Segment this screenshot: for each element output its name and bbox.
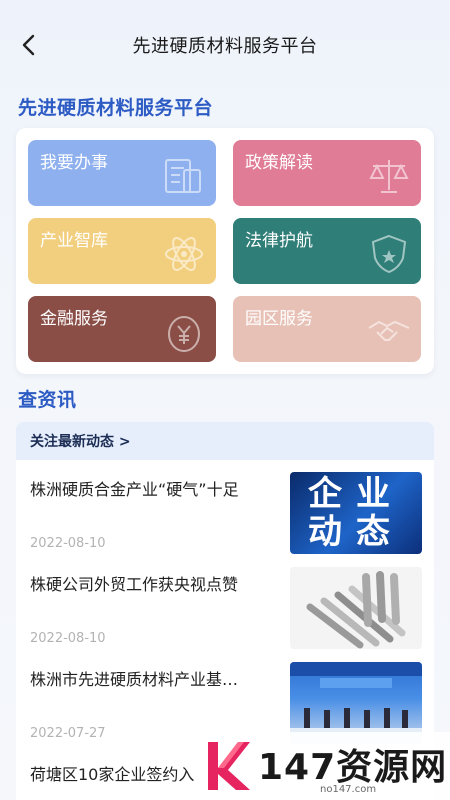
page-title: 先进硬质材料服务平台 [132, 36, 318, 57]
tile-finance[interactable]: 金融服务 [28, 296, 216, 362]
news-item[interactable]: 株洲硬质合金产业“硬气”十足 2022-08-10 企业动态 [16, 460, 434, 555]
back-button[interactable] [14, 30, 42, 60]
tile-label: 法律护航 [245, 231, 313, 251]
news-date: 2022-08-10 [30, 631, 106, 646]
steel-rods-image [306, 571, 406, 649]
platform-section-title: 先进硬质材料服务平台 [18, 97, 214, 119]
handshake-icon [368, 320, 410, 341]
services-card: 我要办事 政策解读 产业智库 法律护航 金融服务 园区服务 [16, 128, 434, 374]
tile-label: 金融服务 [40, 309, 108, 329]
watermark-url: no147.com [320, 784, 377, 795]
news-title: 株洲硬质合金产业“硬气”十足 [30, 480, 239, 499]
news-thumbnail: 企业动态 [290, 472, 422, 554]
yuan-coin-icon [168, 316, 200, 352]
tile-handle-affairs[interactable]: 我要办事 [28, 140, 216, 206]
tile-policy[interactable]: 政策解读 [233, 140, 421, 206]
thumb-text: 企业动态 [308, 474, 404, 552]
watermark: 147资源网 no147.com [198, 732, 450, 800]
news-item[interactable]: 株硬公司外贸工作获央视点赞 2022-08-10 [16, 555, 434, 650]
top-bar: 先进硬质材料服务平台 [0, 0, 450, 90]
tile-label: 园区服务 [245, 309, 313, 329]
watermark-logo-icon [208, 742, 250, 790]
news-title: 株洲市先进硬质材料产业基… [30, 670, 239, 689]
news-item[interactable]: 株洲市先进硬质材料产业基… 2022-07-27 [16, 650, 434, 745]
tile-label: 我要办事 [40, 153, 108, 173]
news-date: 2022-07-27 [30, 726, 106, 741]
tile-label: 政策解读 [245, 153, 313, 173]
news-thumbnail [290, 567, 422, 649]
tile-think-tank[interactable]: 产业智库 [28, 218, 216, 284]
chevron-left-icon [22, 34, 35, 56]
latest-news-link[interactable]: 关注最新动态 > [16, 422, 434, 460]
watermark-text: 147资源网 [258, 747, 448, 788]
atom-icon [165, 237, 203, 271]
tile-label: 产业智库 [40, 231, 108, 251]
scale-icon [369, 160, 409, 193]
document-icon [165, 159, 201, 193]
news-title: 株硬公司外贸工作获央视点赞 [30, 575, 239, 594]
news-section-title: 查资讯 [18, 389, 77, 411]
shield-icon [371, 234, 407, 274]
news-date: 2022-08-10 [30, 536, 106, 551]
tile-legal[interactable]: 法律护航 [233, 218, 421, 284]
tile-park-service[interactable]: 园区服务 [233, 296, 421, 362]
